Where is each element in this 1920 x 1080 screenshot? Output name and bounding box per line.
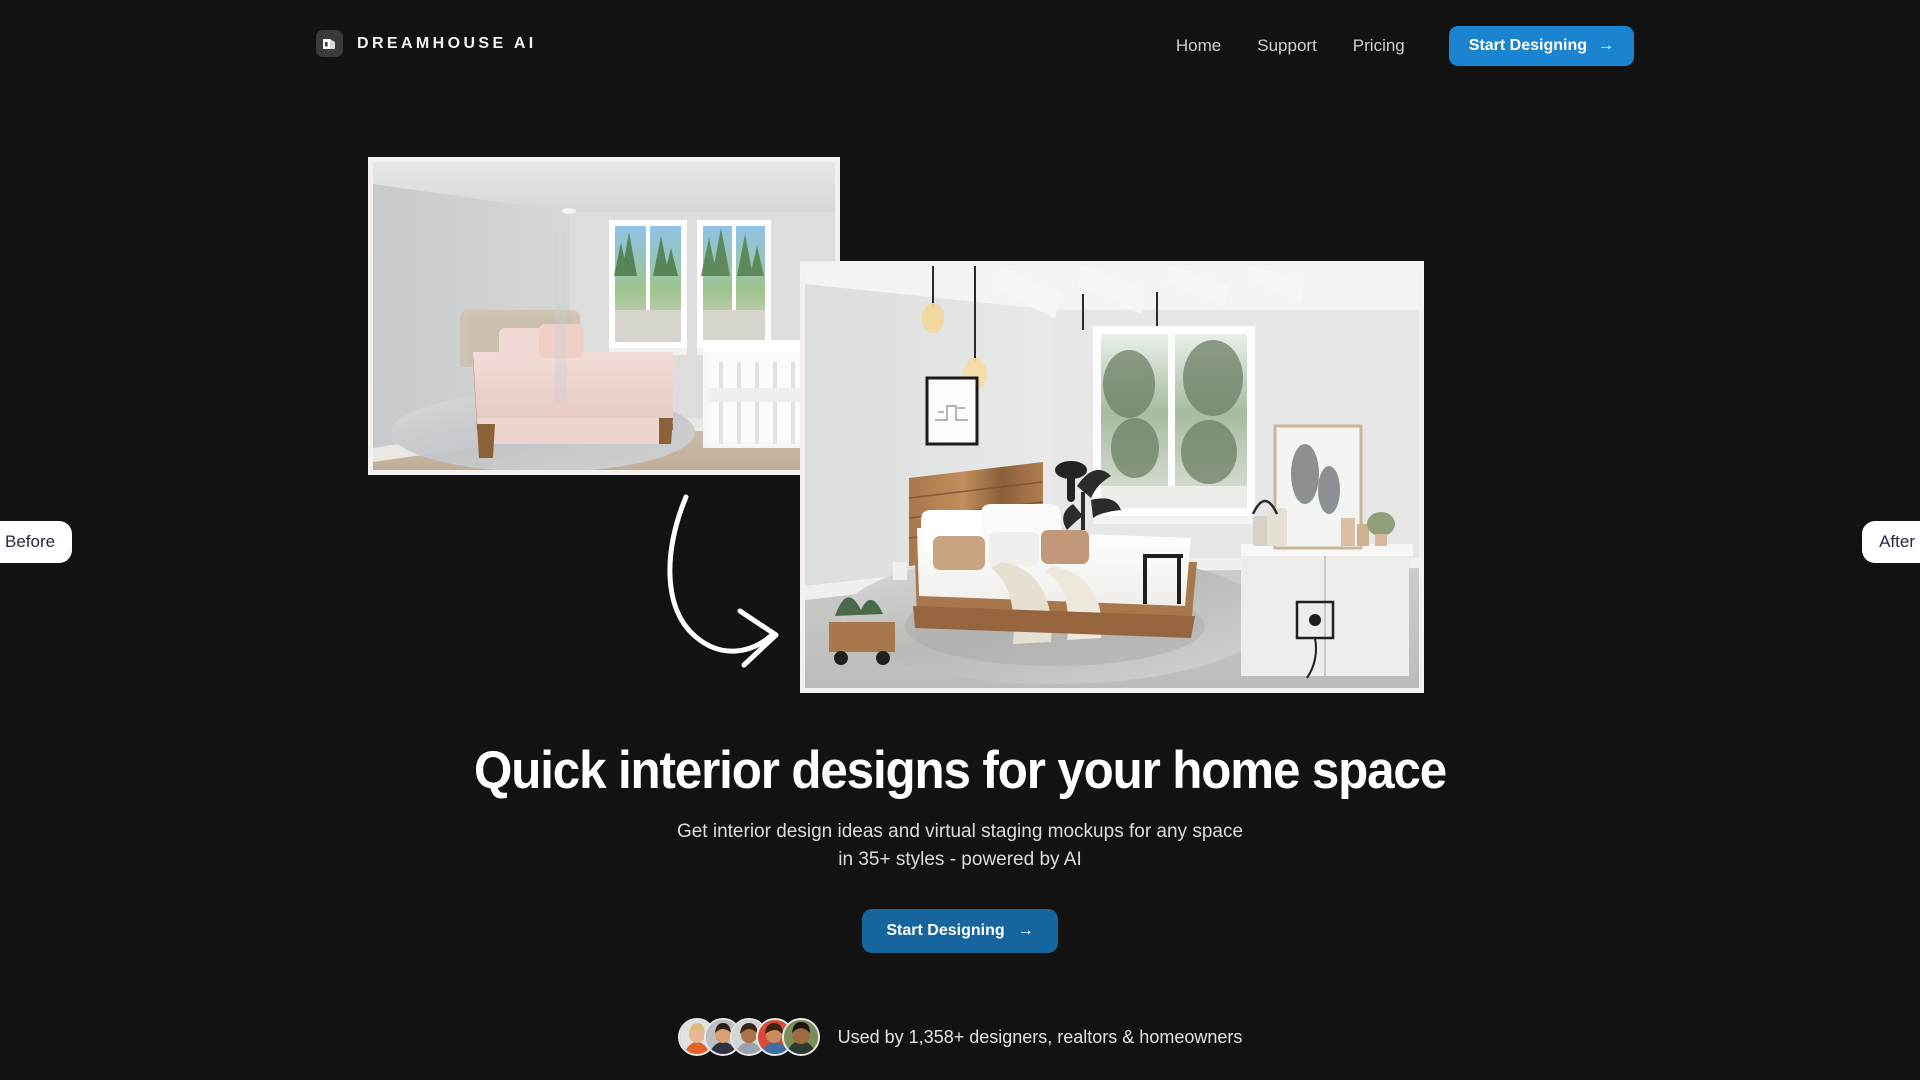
hero-subtitle-line-2: in 35+ styles - powered by AI — [838, 849, 1082, 871]
avatar-5 — [781, 1018, 820, 1056]
after-badge: After — [1862, 521, 1920, 563]
hero-subtitle: Get interior design ideas and virtual st… — [0, 818, 1920, 874]
landing-page: DREAMHOUSE AI Home Support Pricing Start… — [0, 0, 1920, 1080]
social-proof: Used by 1,358+ designers, realtors & hom… — [0, 1018, 1920, 1056]
hero-section: Quick interior designs for your home spa… — [0, 741, 1920, 954]
before-after-showcase: Before After — [0, 0, 1920, 700]
curved-arrow-icon — [648, 483, 788, 688]
after-room-illustration — [805, 266, 1419, 688]
page-title: Quick interior designs for your home spa… — [473, 741, 1447, 800]
avatar-group — [677, 1018, 820, 1056]
hero-cta-label: Start Designing — [886, 922, 1005, 940]
social-proof-text: Used by 1,358+ designers, realtors & hom… — [837, 1026, 1243, 1047]
arrow-right-icon: → — [1017, 922, 1034, 940]
hero-start-designing-button[interactable]: Start Designing → — [862, 909, 1058, 954]
before-room-illustration — [373, 162, 835, 470]
before-badge: Before — [0, 521, 73, 563]
after-room-photo — [800, 261, 1424, 693]
hero-subtitle-line-1: Get interior design ideas and virtual st… — [676, 821, 1244, 843]
before-room-photo — [368, 157, 840, 475]
